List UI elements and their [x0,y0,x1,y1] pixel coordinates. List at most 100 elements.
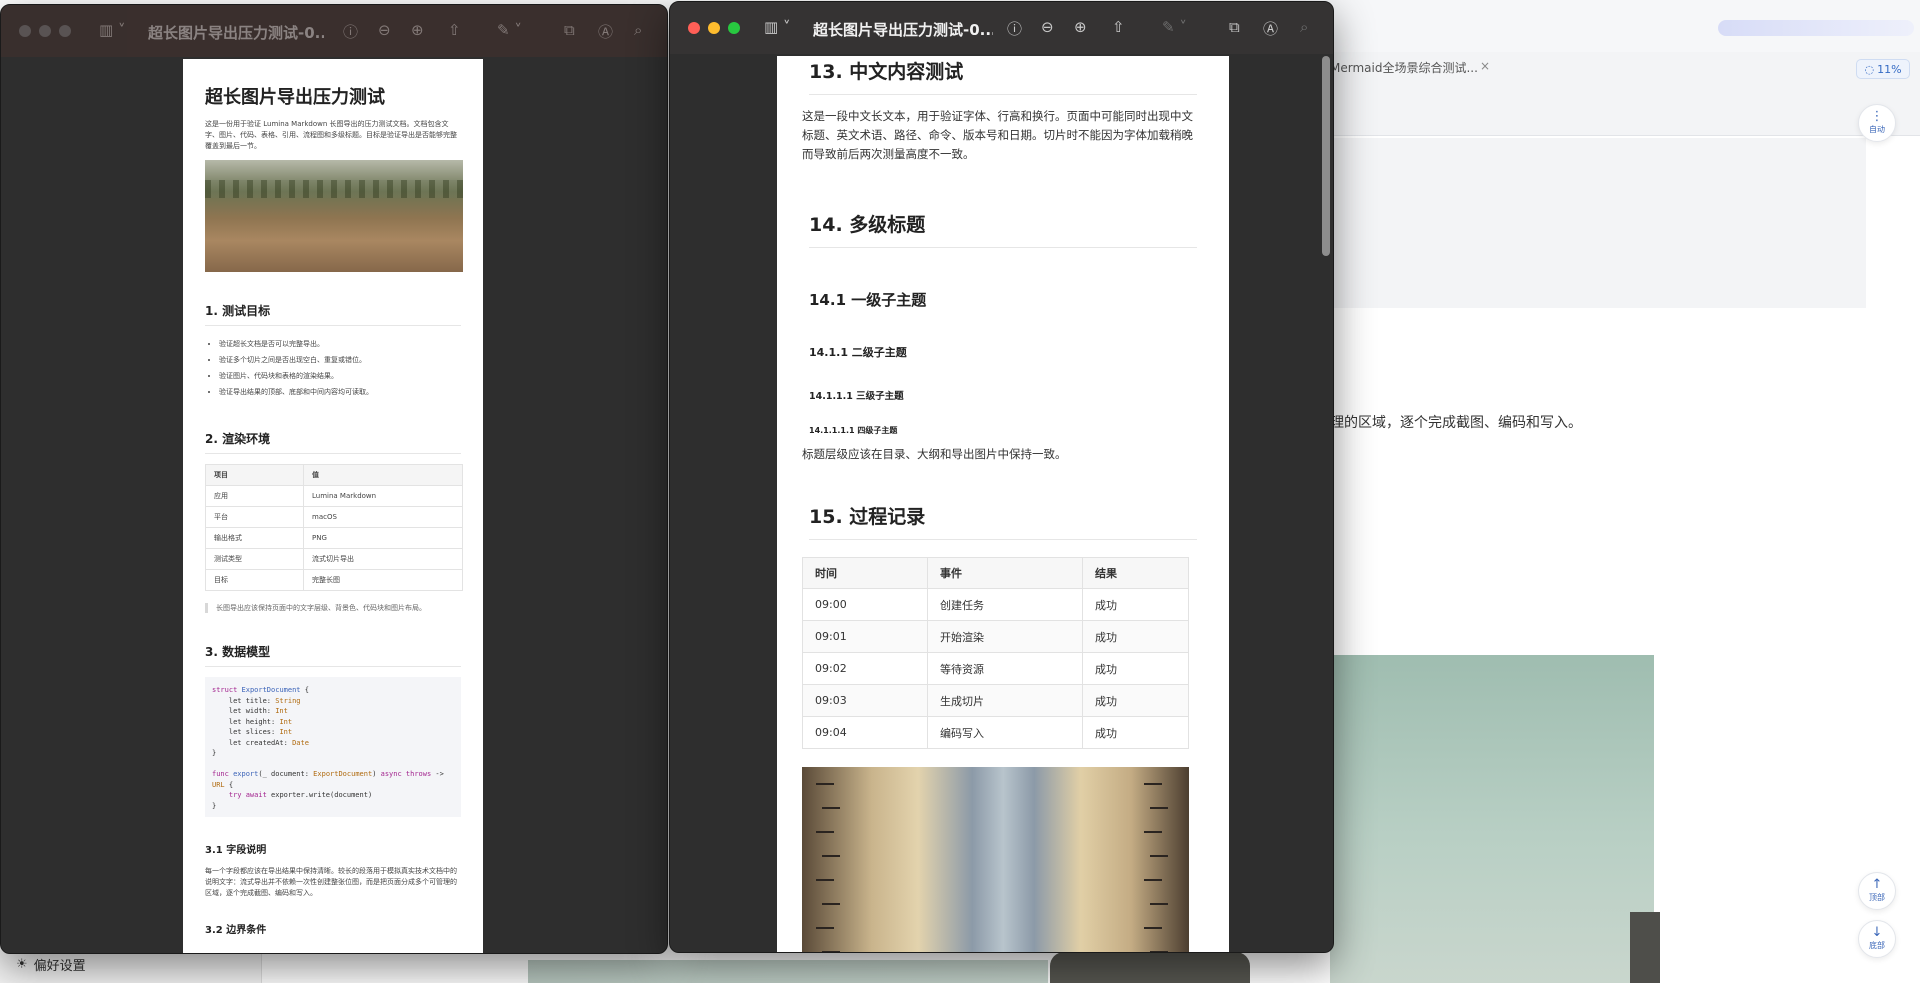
editor-image-detail [1630,912,1660,983]
table-cell: 输出格式 [205,527,304,549]
editor-paragraph: 理的区域，逐个完成截图、编码和写入。 [1330,415,1582,431]
scroll-bottom-button[interactable]: ↓ 底部 [1858,920,1896,958]
table-cell: 完整长图 [303,569,463,591]
scroll-top-label: 顶部 [1869,893,1885,902]
document-page: 超长图片导出压力测试 这是一份用于验证 Lumina Markdown 长图导出… [183,59,483,953]
table-cell: 成功 [1082,588,1189,621]
table-row: 09:03 生成切片 成功 [802,684,1189,717]
search-icon[interactable]: ⌕ [1300,18,1308,36]
heading-level-5: 14.1.1.1 三级子主题 [809,391,904,402]
table-cell: 测试类型 [205,548,304,570]
balcony-detail [816,871,834,881]
rotate-icon[interactable]: ⧉ [1229,18,1240,36]
table-cell: Lumina Markdown [303,485,463,507]
window-titlebar[interactable]: ▥ ˅ 超长图片导出压力测试-0... ⓘ ⊖ ⊕ ⇧ ✎ ˅ ⧉ Ⓐ ⌕ [670,2,1333,54]
code-token: ) [372,770,381,778]
scroll-top-button[interactable]: ↑ 顶部 [1858,872,1896,910]
preview-content[interactable]: 13. 中文内容测试 这是一段中文长文本，用于验证字体、行高和换行。页面中可能同… [670,54,1333,952]
list-item: 验证图片、代码块和表格的渲染结果。 [219,368,461,384]
close-window-button[interactable] [688,22,700,34]
blockquote: 长图导出应该保持页面中的文字层级、背景色、代码块和图片布局。 [205,603,461,613]
section-1-heading: 1. 测试目标 [205,302,461,326]
goal-list: 验证超长文档是否可以完整导出。 验证多个切片之间是否出现空白、重复或错位。 验证… [219,336,461,400]
table-cell: 09:03 [802,684,928,717]
code-token: let createdAt: [212,738,293,747]
code-token: Int [279,717,293,726]
sidebar-icon[interactable]: ▥ ˅ [764,18,790,36]
balcony-detail [822,943,840,952]
process-table: 时间 事件 结果 09:00 创建任务 成功 09:01 开始渲染 成功 09:02 等待… [802,557,1189,749]
code-block: struct ExportDocument { let title: Strin… [205,677,461,817]
share-icon[interactable]: ⇧ [1112,18,1125,36]
table-cell: 成功 [1082,620,1189,653]
minimize-window-button[interactable] [39,25,51,37]
balcony-detail [1150,943,1168,952]
code-token: String [275,696,301,705]
zoom-out-icon[interactable]: ⊖ [1041,18,1054,36]
field-photo [205,160,463,272]
column-header: 值 [303,464,463,486]
minimize-window-button[interactable] [708,22,720,34]
code-token: Date [292,738,309,747]
markup-pen-icon[interactable]: ✎ ˅ [1162,18,1187,36]
rotate-icon[interactable]: ⧉ [564,21,575,39]
editor-image [1330,655,1654,983]
table-row: 输出格式 PNG [205,527,463,549]
balcony-detail [1144,775,1162,785]
window-title: 超长图片导出压力测试-0... [148,24,324,42]
balcony-detail [1144,919,1162,929]
tab-close-icon[interactable]: × [1480,59,1490,73]
info-icon[interactable]: ⓘ [343,21,358,42]
code-token: let width: [212,707,276,715]
markup-pen-icon[interactable]: ✎ ˅ [497,21,522,39]
table-cell: 流式切片导出 [303,548,463,570]
code-token: let slices: [212,728,280,736]
table-cell: 09:00 [802,588,928,621]
editor-image-strip [528,960,1048,983]
zoom-in-icon[interactable]: ⊕ [411,21,424,39]
annotate-icon[interactable]: Ⓐ [598,21,613,42]
share-icon[interactable]: ⇧ [448,21,461,39]
field-description-paragraph: 每一个字段都应该在导出结果中保持清晰。较长的段落用于模拟真实技术文档中的说明文字… [205,867,457,897]
balcony-detail [822,799,840,809]
subsection-3-2-heading: 3.2 边界条件 [205,925,267,936]
section-2-heading: 2. 渲染环境 [205,430,461,454]
vertical-scrollbar[interactable] [1322,56,1330,256]
preferences-link[interactable]: ☀ 偏好设置 [16,955,86,974]
zoom-window-button[interactable] [728,22,740,34]
sidebar-icon[interactable]: ▥ ˅ [99,21,125,39]
intro-paragraph: 这是一份用于验证 Lumina Markdown 长图导出的压力测试文档。文档包… [205,120,457,150]
traffic-lights [19,25,71,37]
close-window-button[interactable] [19,25,31,37]
preferences-label: 偏好设置 [33,959,86,974]
annotate-icon[interactable]: Ⓐ [1263,18,1278,39]
column-header: 事件 [927,557,1083,589]
balcony-detail [1144,823,1162,833]
code-token: { [300,686,309,694]
code-token: export [233,770,259,778]
code-token: URL [212,780,225,789]
section-14-heading: 14. 多级标题 [809,210,1197,248]
list-item: 验证多个切片之间是否出现空白、重复或错位。 [219,352,461,368]
chinese-text-paragraph: 这是一段中文长文本，用于验证字体、行高和换行。页面中可能同时出现中文标题、英文术… [802,109,1193,161]
gear-icon: ☀ [16,957,28,972]
zoom-out-icon[interactable]: ⊖ [378,21,391,39]
editor-tab-title[interactable]: Mermaid全场景综合测试... [1330,59,1478,76]
preview-window-right[interactable]: ▥ ˅ 超长图片导出压力测试-0... ⓘ ⊖ ⊕ ⇧ ✎ ˅ ⧉ Ⓐ ⌕ 13… [669,1,1334,953]
street-photo [802,767,1189,952]
table-row: 09:01 开始渲染 成功 [802,620,1189,653]
window-titlebar[interactable]: ▥ ˅ 超长图片导出压力测试-0... ⓘ ⊖ ⊕ ⇧ ✎ ˅ ⧉ Ⓐ ⌕ [1,5,667,57]
preview-window-left[interactable]: ▥ ˅ 超长图片导出压力测试-0... ⓘ ⊖ ⊕ ⇧ ✎ ˅ ⧉ Ⓐ ⌕ 超长… [0,4,668,954]
info-icon[interactable]: ⓘ [1007,18,1022,39]
search-icon[interactable]: ⌕ [634,21,642,39]
heading-level-4: 14.1.1 二级子主题 [809,346,907,359]
table-row: 09:00 创建任务 成功 [802,588,1189,621]
zoom-window-button[interactable] [59,25,71,37]
auto-button[interactable]: ⋮ 自动 [1858,104,1896,142]
balcony-detail [816,919,834,929]
toolbar-decoration [1718,20,1914,36]
balcony-detail [1150,799,1168,809]
preview-content[interactable]: 超长图片导出压力测试 这是一份用于验证 Lumina Markdown 长图导出… [1,57,667,953]
table-cell: 开始渲染 [927,620,1083,653]
zoom-in-icon[interactable]: ⊕ [1074,18,1087,36]
